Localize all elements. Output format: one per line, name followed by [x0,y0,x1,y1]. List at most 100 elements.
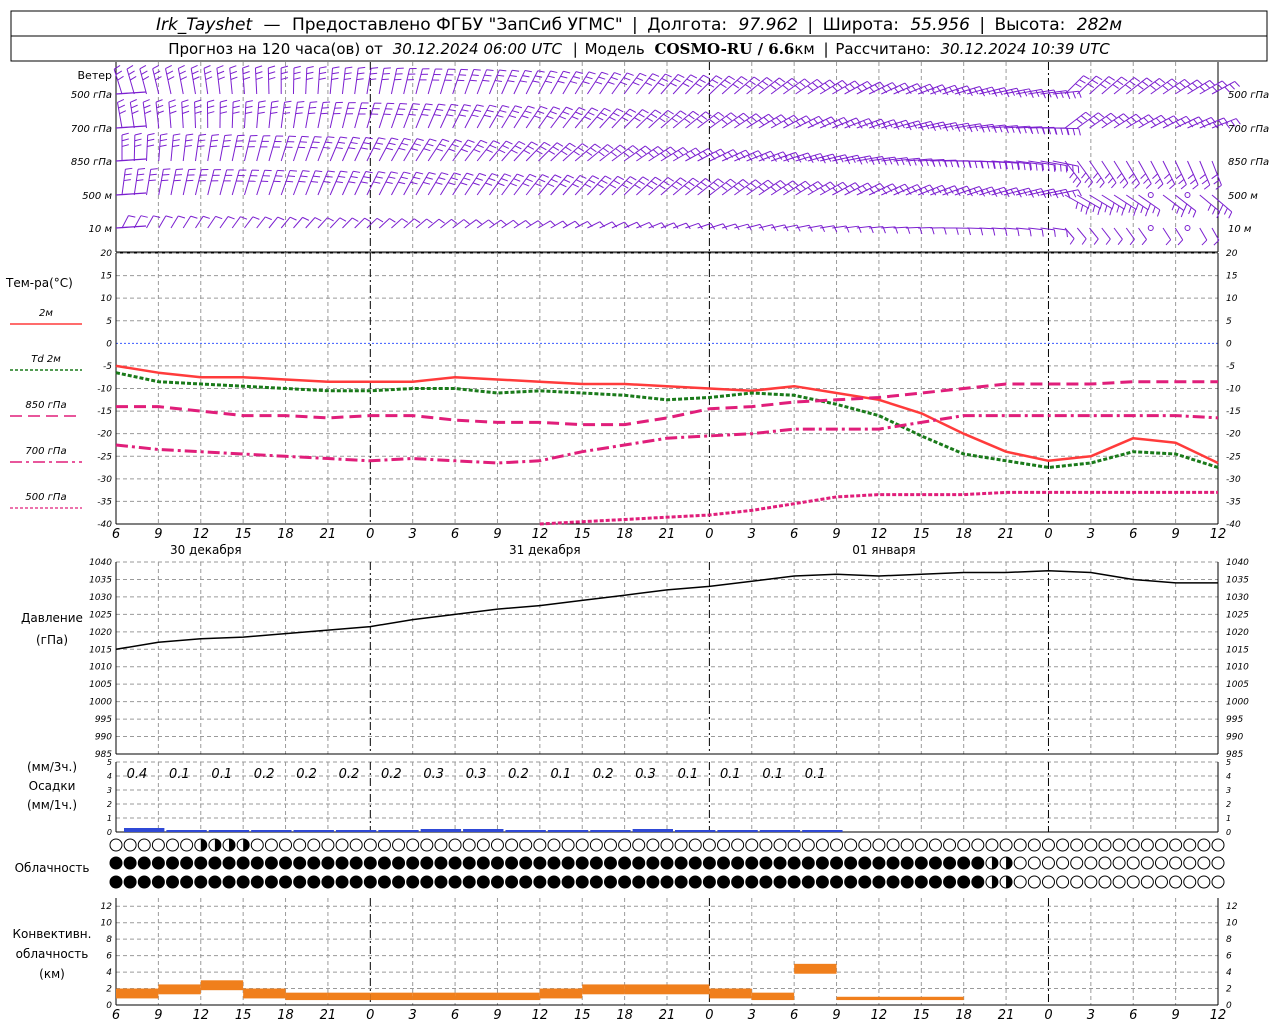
wind-barb-feather [1099,202,1103,210]
wind-barb-feather [350,141,358,145]
wind-barb-feather [1095,75,1103,81]
wind-barb-feather [115,70,123,76]
wind-barb [317,68,321,95]
model-name: COSMO-RU / 6.6 [655,40,795,58]
cloud-cover-symbol [533,875,547,889]
wind-barb [1113,160,1129,184]
wind-barb-feather [142,99,150,103]
wind-barb [807,181,831,196]
wind-barb-feather [1223,207,1228,215]
precip-amount-label: 0.2 [296,767,317,782]
wind-barb-feather [277,216,285,221]
cloud-cover-symbol [618,838,632,852]
wind-barb-feather [671,117,678,123]
wind-barb [697,111,719,129]
wind-barb [1101,76,1122,95]
wind-barb-feather [688,181,695,187]
cloud-cover-symbol [533,838,547,852]
wind-barb-feather [494,80,502,82]
wind-barb [182,135,187,162]
wind-barb-feather [999,162,1002,170]
wind-barb-feather [1209,80,1216,86]
wind-barb-feather [398,108,406,110]
wind-barb-feather [632,81,640,86]
wind-barb-feather [755,179,762,185]
wind-barb-feather [466,172,474,176]
hour-tick-label: 21 [998,1008,1015,1023]
wind-barb [1064,227,1075,239]
wind-barb-feather [682,147,689,153]
cloud-cover-symbol [194,856,208,870]
wind-barb-feather [180,76,188,81]
wind-barb [550,220,564,229]
cloud-cover-symbol [547,838,561,852]
wind-barb-feather [1065,165,1068,173]
title-dash: — [264,15,281,35]
convective-cloud-bar [709,988,752,999]
temp-tick-label-right: -5 [1226,362,1235,372]
wind-barb-feather [130,104,138,109]
wind-barb-feather [1133,77,1141,82]
wind-barb-feather [348,181,356,184]
wind-barb-feather [617,175,625,181]
wind-barb-feather [1104,205,1108,213]
wind-barb-feather [794,85,801,91]
wind-barb-feather [1143,178,1149,184]
wind-barb [464,219,477,229]
precip-bar [208,830,250,832]
pressure-tick-label-right: 1035 [1226,575,1249,585]
wind-barb-feather [682,82,690,87]
forecast-label: Прогноз на 120 часа(ов) от [168,40,383,58]
wind-barb-feather [210,139,219,142]
wind-barb [1138,78,1160,95]
precip-bar [463,829,504,832]
cloud-cover-symbol [335,856,349,870]
pressure-tick-label-right: 1030 [1226,593,1249,603]
wind-barb-feather [1162,85,1169,91]
wind-barb-feather [181,99,189,103]
hour-tick-label: 15 [574,527,591,542]
wind-barb-feather [289,170,297,172]
cloud-cover-symbol [815,838,829,852]
wind-barb-feather [293,71,301,75]
wind-barb-feather [613,179,621,185]
wind-barb-feather [232,105,240,109]
wind-barb-feather [295,112,303,115]
wind-barb-feather [1234,81,1240,87]
wind-barb-feather [515,105,523,109]
cloud-cover-symbol [137,875,151,889]
wind-barb-feather [423,181,431,185]
wind-barb-feather [319,66,327,69]
wind-barb-feather [738,116,745,122]
wind-barb-feather [549,110,557,115]
wind-barb [391,218,403,229]
wind-barb-feather [750,182,757,188]
wind-barb-feather [620,81,628,86]
convective-cloud-bar [624,984,667,995]
pressure-tick-label: 1025 [89,610,112,620]
wind-barb-feather [711,79,719,84]
wind-barb-feather [450,177,458,181]
cloud-cover-symbol [589,875,603,889]
wind-barb-feather [1130,116,1137,123]
cloud-cover-symbol [830,856,844,870]
wind-barb-feather [230,76,238,80]
wind-barb [403,68,411,95]
cloud-cover-half [200,839,207,851]
wind-barb [190,68,196,95]
precip-tick-label-right: 0 [1226,828,1231,837]
convective-cloud-bar [200,980,244,991]
precip-amount-label: 0.1 [678,767,699,782]
wind-barb [378,137,392,162]
wind-barb-feather [768,113,775,120]
wind-barb-feather [451,103,459,107]
temp-panel-title: Тем-ра(°C) [5,276,73,290]
wind-barb-feather [216,65,224,69]
wind-barb-feather [215,215,223,220]
wind-barb-feather [486,69,494,72]
wind-barb-feather [265,216,272,221]
wind-barb-feather [281,77,289,80]
wind-barb-feather [306,66,314,69]
convective-cloud-bar [794,963,837,974]
wind-barb-feather [634,184,641,189]
